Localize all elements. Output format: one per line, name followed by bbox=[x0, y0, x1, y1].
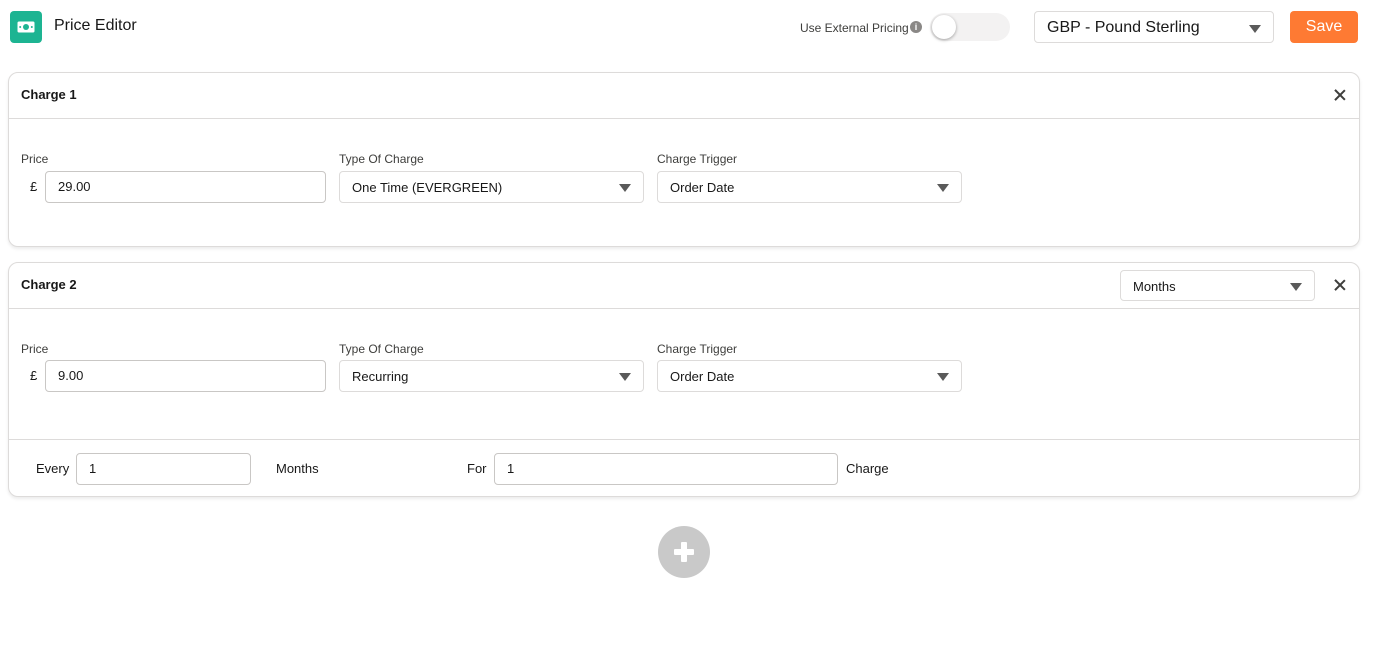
chevron-down-icon bbox=[937, 184, 949, 192]
currency-symbol: £ bbox=[30, 179, 38, 194]
charge-trigger-value: Order Date bbox=[670, 180, 735, 195]
charge-card-header: Charge 2 Months bbox=[9, 263, 1359, 309]
type-of-charge-label: Type Of Charge bbox=[339, 152, 424, 166]
chevron-down-icon bbox=[1249, 25, 1261, 33]
external-pricing-toggle[interactable] bbox=[930, 13, 1010, 41]
charge-card-1: Charge 1 Price £ 29.00 Type Of Charge On… bbox=[8, 72, 1360, 247]
info-icon[interactable]: i bbox=[910, 21, 922, 33]
chevron-down-icon bbox=[1290, 283, 1302, 291]
chevron-down-icon bbox=[619, 184, 631, 192]
charge-card-2: Charge 2 Months Price £ 9.00 Type Of Cha… bbox=[8, 262, 1360, 497]
external-pricing-label: Use External Pricing bbox=[800, 21, 909, 35]
type-of-charge-label: Type Of Charge bbox=[339, 342, 424, 356]
page-title: Price Editor bbox=[54, 17, 137, 34]
close-icon[interactable] bbox=[1333, 278, 1347, 292]
type-of-charge-value: Recurring bbox=[352, 369, 409, 384]
charge-trigger-select[interactable]: Order Date bbox=[657, 171, 962, 203]
header: Price Editor Use External Pricing i GBP … bbox=[0, 0, 1373, 56]
charge-title: Charge 1 bbox=[21, 87, 77, 102]
charge-title: Charge 2 bbox=[21, 277, 77, 292]
price-label: Price bbox=[21, 342, 49, 356]
every-label: Every bbox=[36, 461, 70, 476]
chevron-down-icon bbox=[937, 373, 949, 381]
price-label: Price bbox=[21, 152, 49, 166]
price-input[interactable]: 29.00 bbox=[45, 171, 326, 203]
period-select[interactable]: Months bbox=[1120, 270, 1315, 301]
period-value: Months bbox=[1133, 279, 1176, 294]
for-label: For bbox=[467, 461, 487, 476]
type-of-charge-select[interactable]: One Time (EVERGREEN) bbox=[339, 171, 644, 203]
money-icon bbox=[10, 11, 42, 43]
every-input[interactable]: 1 bbox=[76, 453, 251, 485]
charge-trigger-label: Charge Trigger bbox=[657, 152, 738, 166]
currency-select[interactable]: GBP - Pound Sterling bbox=[1034, 11, 1274, 43]
charge-trigger-value: Order Date bbox=[670, 369, 735, 384]
charge-suffix: Charge bbox=[846, 461, 889, 476]
price-input[interactable]: 9.00 bbox=[45, 360, 326, 392]
currency-value: GBP - Pound Sterling bbox=[1047, 19, 1200, 36]
chevron-down-icon bbox=[619, 373, 631, 381]
recurrence-row: Every 1 Months For 1 Charge bbox=[9, 439, 1359, 498]
close-icon[interactable] bbox=[1333, 88, 1347, 102]
save-button[interactable]: Save bbox=[1290, 11, 1358, 43]
type-of-charge-select[interactable]: Recurring bbox=[339, 360, 644, 392]
for-input[interactable]: 1 bbox=[494, 453, 838, 485]
charge-card-header: Charge 1 bbox=[9, 73, 1359, 119]
charge-trigger-label: Charge Trigger bbox=[657, 342, 738, 356]
toggle-knob bbox=[932, 15, 956, 39]
add-charge-button[interactable] bbox=[658, 526, 710, 578]
currency-symbol: £ bbox=[30, 368, 38, 383]
charge-trigger-select[interactable]: Order Date bbox=[657, 360, 962, 392]
type-of-charge-value: One Time (EVERGREEN) bbox=[352, 180, 503, 195]
recurrence-unit: Months bbox=[276, 461, 319, 476]
